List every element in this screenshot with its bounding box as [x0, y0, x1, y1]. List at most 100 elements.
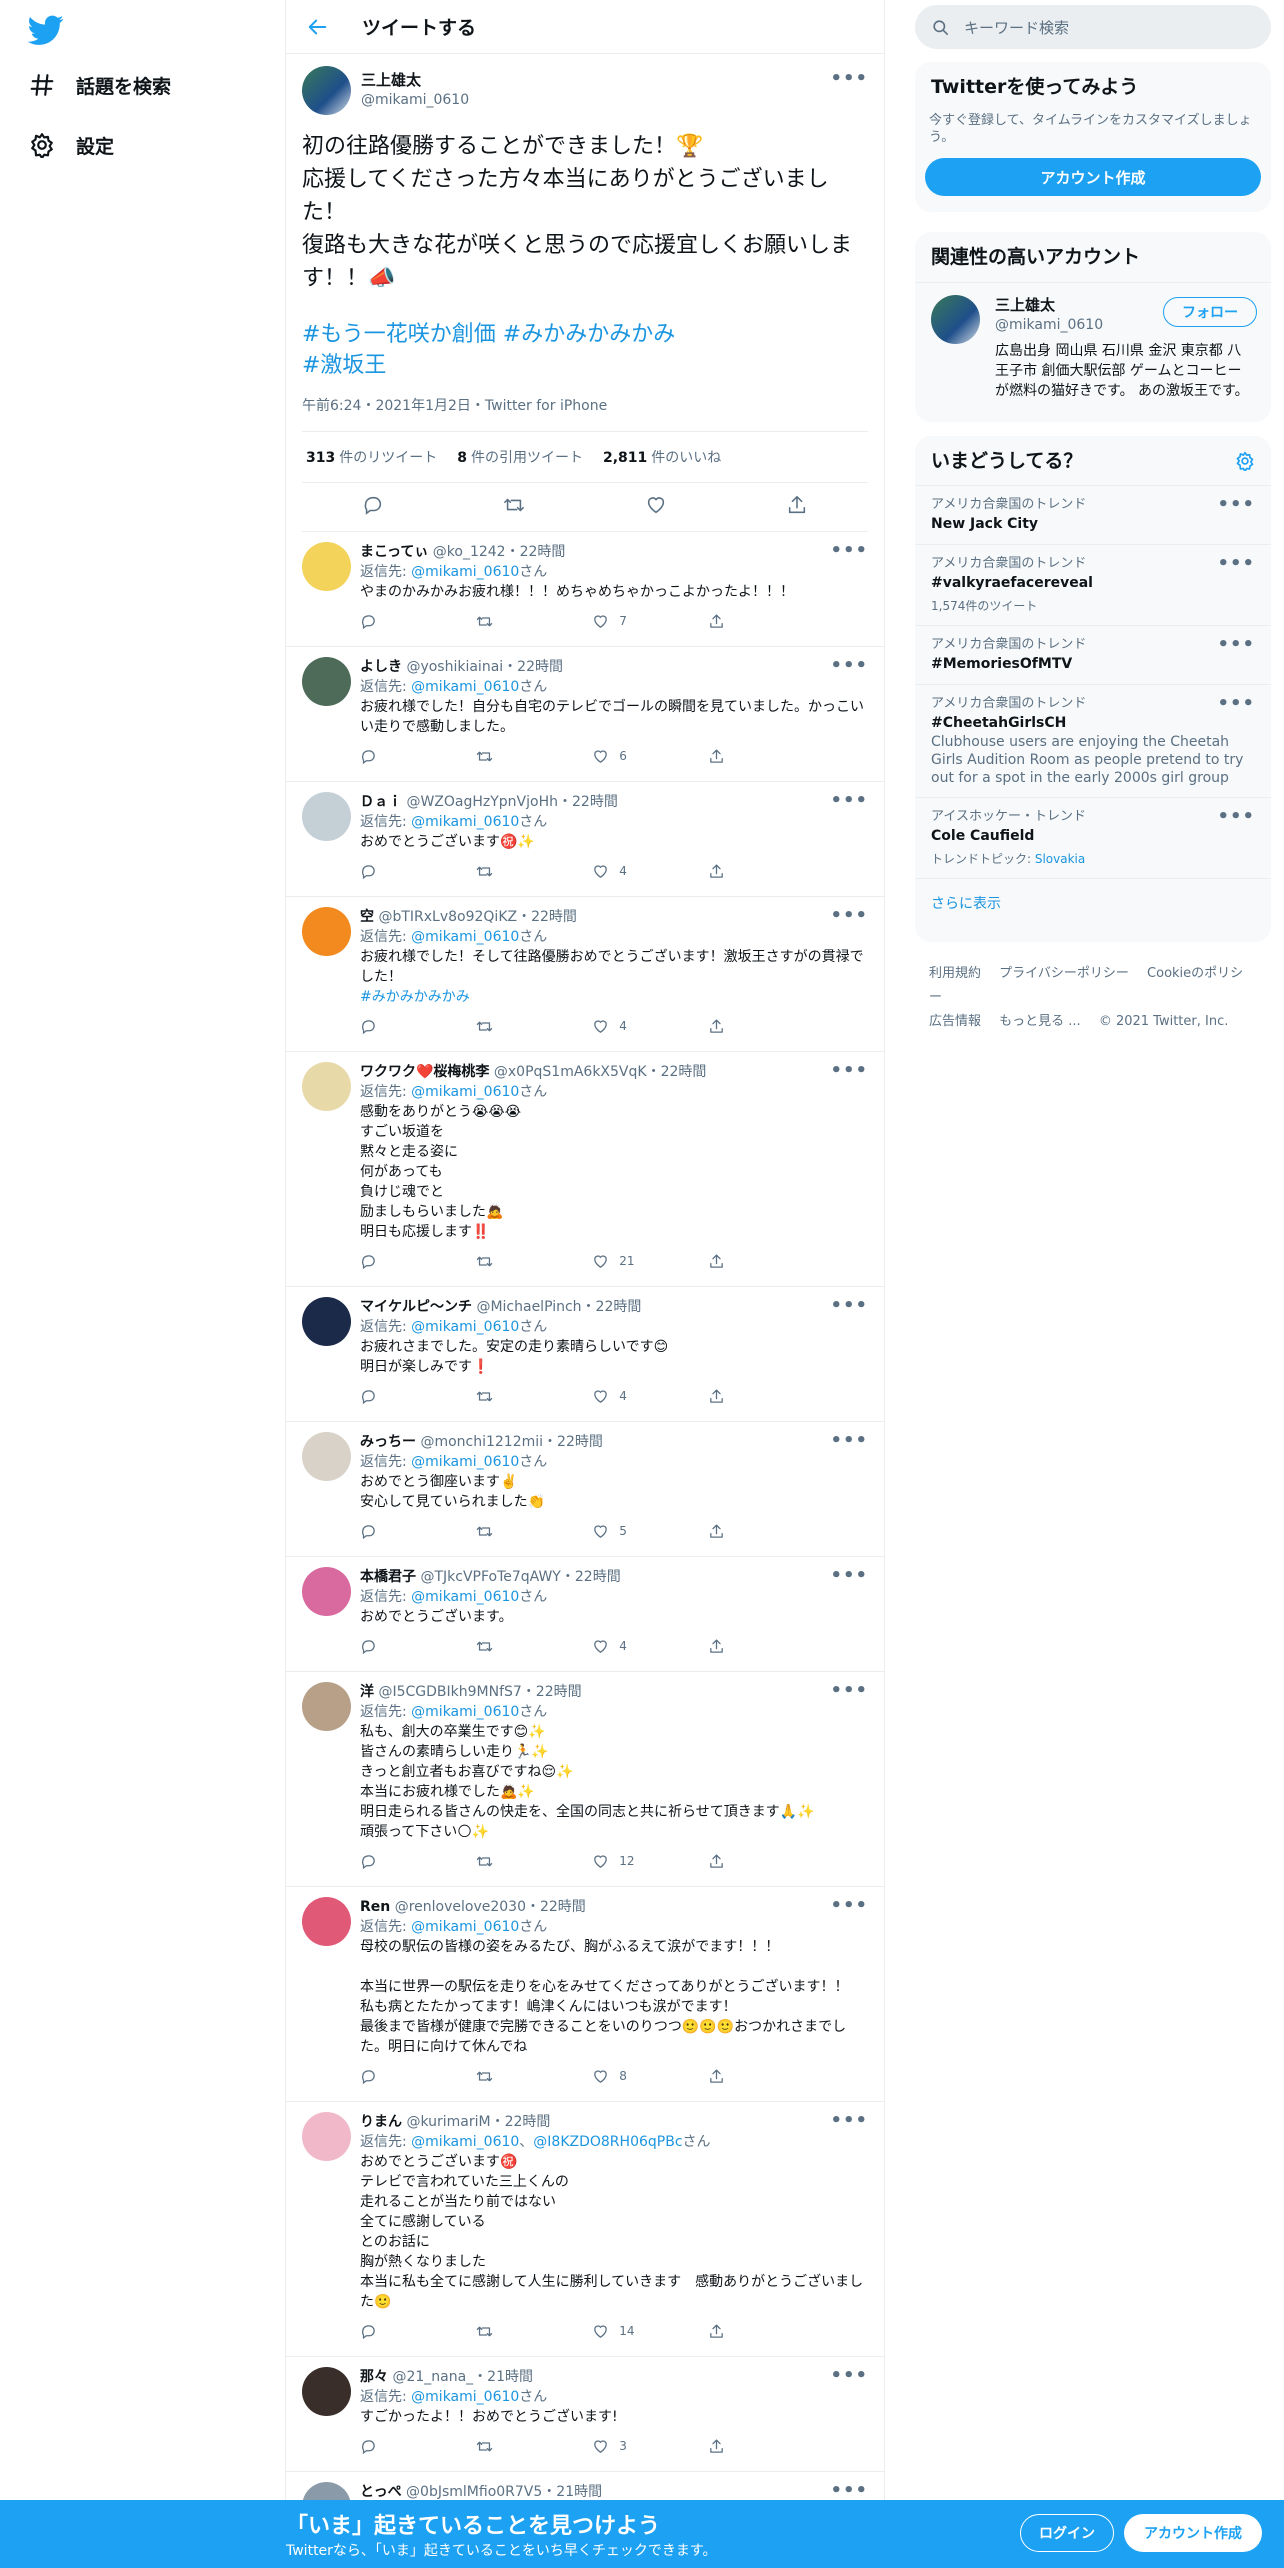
- reply-author-handle[interactable]: @MichaelPinch: [476, 1299, 581, 1315]
- retweet-icon[interactable]: [476, 863, 592, 880]
- reply-author-handle[interactable]: @yoshikiainai: [406, 659, 503, 675]
- reply-tweet[interactable]: 洋 @I5CGDBIkh9MNfS7・22時間 ••• 返信先: @mikami…: [286, 1672, 884, 1887]
- reply-icon[interactable]: [360, 1853, 476, 1870]
- like-icon[interactable]: 8: [592, 2068, 708, 2085]
- reply-author-name[interactable]: 洋: [360, 1684, 374, 1700]
- trend-item[interactable]: アメリカ合衆国のトレンド ••• #valkyraefacereveal 1,5…: [915, 545, 1271, 626]
- reply-time[interactable]: ・22時間: [503, 659, 563, 675]
- share-icon[interactable]: [708, 2438, 735, 2455]
- avatar[interactable]: [302, 1297, 351, 1346]
- reply-to-handle[interactable]: @mikami_0610: [411, 1704, 519, 1720]
- more-icon[interactable]: •••: [1217, 634, 1255, 655]
- reply-icon[interactable]: [360, 1523, 476, 1540]
- search-input[interactable]: キーワード検索: [915, 5, 1271, 49]
- share-icon[interactable]: [708, 1018, 735, 1035]
- reply-to-handle[interactable]: @mikami_0610: [411, 1919, 519, 1935]
- reply-author-name[interactable]: とっぺ: [360, 2484, 402, 2500]
- avatar[interactable]: [302, 65, 351, 115]
- more-icon[interactable]: •••: [830, 1895, 868, 1916]
- trend-item[interactable]: アメリカ合衆国のトレンド ••• #MemoriesOfMTV: [915, 626, 1271, 685]
- reply-time[interactable]: ・22時間: [491, 2114, 551, 2130]
- share-icon[interactable]: [708, 1253, 735, 1270]
- reply-author-handle[interactable]: @I5CGDBIkh9MNfS7: [378, 1684, 521, 1700]
- reply-author-name[interactable]: みっちー: [360, 1434, 416, 1450]
- more-icon[interactable]: •••: [1217, 494, 1255, 515]
- reply-author-handle[interactable]: @kurimariM: [406, 2114, 490, 2130]
- reply-to-handle-2[interactable]: @I8KZDO8RH06qPBc: [533, 2134, 682, 2150]
- like-icon[interactable]: 4: [592, 863, 708, 880]
- like-icon[interactable]: 3: [592, 2438, 708, 2455]
- like-icon[interactable]: 5: [592, 1523, 708, 1540]
- terms-link[interactable]: 利用規約: [929, 966, 981, 981]
- reply-author-handle[interactable]: @bTIRxLv8o92QiKZ: [378, 909, 517, 925]
- reply-author-name[interactable]: マイケルピ〜ンチ: [360, 1299, 472, 1315]
- reply-to-handle[interactable]: @mikami_0610: [411, 814, 519, 830]
- like-icon[interactable]: 4: [592, 1018, 708, 1035]
- trend-item[interactable]: アメリカ合衆国のトレンド ••• #CheetahGirlsCH Clubhou…: [915, 685, 1271, 798]
- retweet-icon[interactable]: [476, 1388, 592, 1405]
- retweets-stat[interactable]: 313 件のリツイート: [306, 447, 437, 467]
- twitter-logo-icon[interactable]: [27, 12, 64, 48]
- more-icon[interactable]: •••: [1217, 553, 1255, 574]
- reply-time[interactable]: ・21時間: [473, 2369, 533, 2385]
- reply-author-handle[interactable]: @WZOagHzYpnVjoHh: [406, 794, 558, 810]
- retweet-icon[interactable]: [476, 1638, 592, 1655]
- like-icon[interactable]: 6: [592, 748, 708, 765]
- reply-author-handle[interactable]: @21_nana_: [392, 2369, 473, 2385]
- reply-tweet[interactable]: Ren @renlovelove2030・22時間 ••• 返信先: @mika…: [286, 1887, 884, 2102]
- like-icon[interactable]: 4: [592, 1638, 708, 1655]
- more-icon[interactable]: •••: [830, 68, 868, 89]
- reply-time[interactable]: ・22時間: [582, 1299, 642, 1315]
- ads-link[interactable]: 広告情報: [929, 1014, 981, 1029]
- reply-time[interactable]: ・22時間: [647, 1064, 707, 1080]
- settings-gear-icon[interactable]: [1235, 451, 1255, 471]
- reply-tweet[interactable]: ワクワク❤️桜梅桃李 @x0PqS1mA6kX5VqK・22時間 ••• 返信先…: [286, 1052, 884, 1287]
- like-icon[interactable]: 12: [592, 1853, 708, 1870]
- like-icon[interactable]: 14: [592, 2323, 708, 2340]
- retweet-icon[interactable]: [476, 1523, 592, 1540]
- tweet-hashtags[interactable]: #もう一花咲か創価 #みかみかみかみ #激坂王: [302, 319, 868, 381]
- reply-icon[interactable]: [360, 2068, 476, 2085]
- reply-to-handle[interactable]: @mikami_0610: [411, 929, 519, 945]
- reply-icon[interactable]: [360, 1253, 476, 1270]
- login-button[interactable]: ログイン: [1020, 2514, 1114, 2552]
- share-icon[interactable]: [708, 1388, 735, 1405]
- tweet-meta[interactable]: 午前6:24・2021年1月2日・Twitter for iPhone: [302, 395, 868, 432]
- reply-to-handle[interactable]: @mikami_0610: [411, 1454, 519, 1470]
- reply-time[interactable]: ・22時間: [558, 794, 618, 810]
- more-icon[interactable]: •••: [830, 540, 868, 561]
- reply-author-name[interactable]: Ren: [360, 1899, 390, 1915]
- more-icon[interactable]: •••: [830, 1060, 868, 1081]
- like-icon[interactable]: 7: [592, 613, 708, 630]
- retweet-icon[interactable]: [503, 494, 525, 520]
- reply-author-name[interactable]: よしき: [360, 659, 402, 675]
- reply-author-name[interactable]: ワクワク❤️桜梅桃李: [360, 1064, 489, 1080]
- reply-icon[interactable]: [360, 863, 476, 880]
- retweet-icon[interactable]: [476, 1253, 592, 1270]
- like-icon[interactable]: 4: [592, 1388, 708, 1405]
- reply-tweet[interactable]: 本橋君子 @TJkcVPFoTe7qAWY・22時間 ••• 返信先: @mik…: [286, 1557, 884, 1672]
- retweet-icon[interactable]: [476, 748, 592, 765]
- more-icon[interactable]: •••: [830, 2110, 868, 2131]
- reply-author-name[interactable]: まこってぃ: [360, 544, 428, 560]
- show-more-link[interactable]: さらに表示: [915, 879, 1271, 927]
- reply-icon[interactable]: [360, 1638, 476, 1655]
- nav-explore[interactable]: 話題を検索: [28, 63, 171, 107]
- reply-author-handle[interactable]: @renlovelove2030: [395, 1899, 526, 1915]
- more-icon[interactable]: •••: [830, 2480, 868, 2501]
- avatar[interactable]: [931, 295, 980, 344]
- more-icon[interactable]: •••: [830, 1295, 868, 1316]
- reply-to-handle[interactable]: @mikami_0610: [411, 1084, 519, 1100]
- follow-button[interactable]: フォロー: [1163, 297, 1257, 327]
- trend-item[interactable]: アイスホッケー・トレンド ••• Cole Caufield トレンドトピック:…: [915, 798, 1271, 879]
- share-icon[interactable]: [708, 2323, 735, 2340]
- trend-topic-link[interactable]: Slovakia: [1035, 852, 1085, 866]
- retweet-icon[interactable]: [476, 2438, 592, 2455]
- reply-tweet[interactable]: りまん @kurimariM・22時間 ••• 返信先: @mikami_061…: [286, 2102, 884, 2357]
- tweet-author[interactable]: 三上雄太 @mikami_0610 •••: [302, 65, 868, 115]
- reply-tweet[interactable]: まこってぃ @ko_1242・22時間 ••• 返信先: @mikami_061…: [286, 532, 884, 647]
- avatar[interactable]: [302, 1682, 351, 1731]
- reply-to-handle[interactable]: @mikami_0610: [411, 2389, 519, 2405]
- more-icon[interactable]: •••: [830, 1565, 868, 1586]
- reply-icon[interactable]: [360, 613, 476, 630]
